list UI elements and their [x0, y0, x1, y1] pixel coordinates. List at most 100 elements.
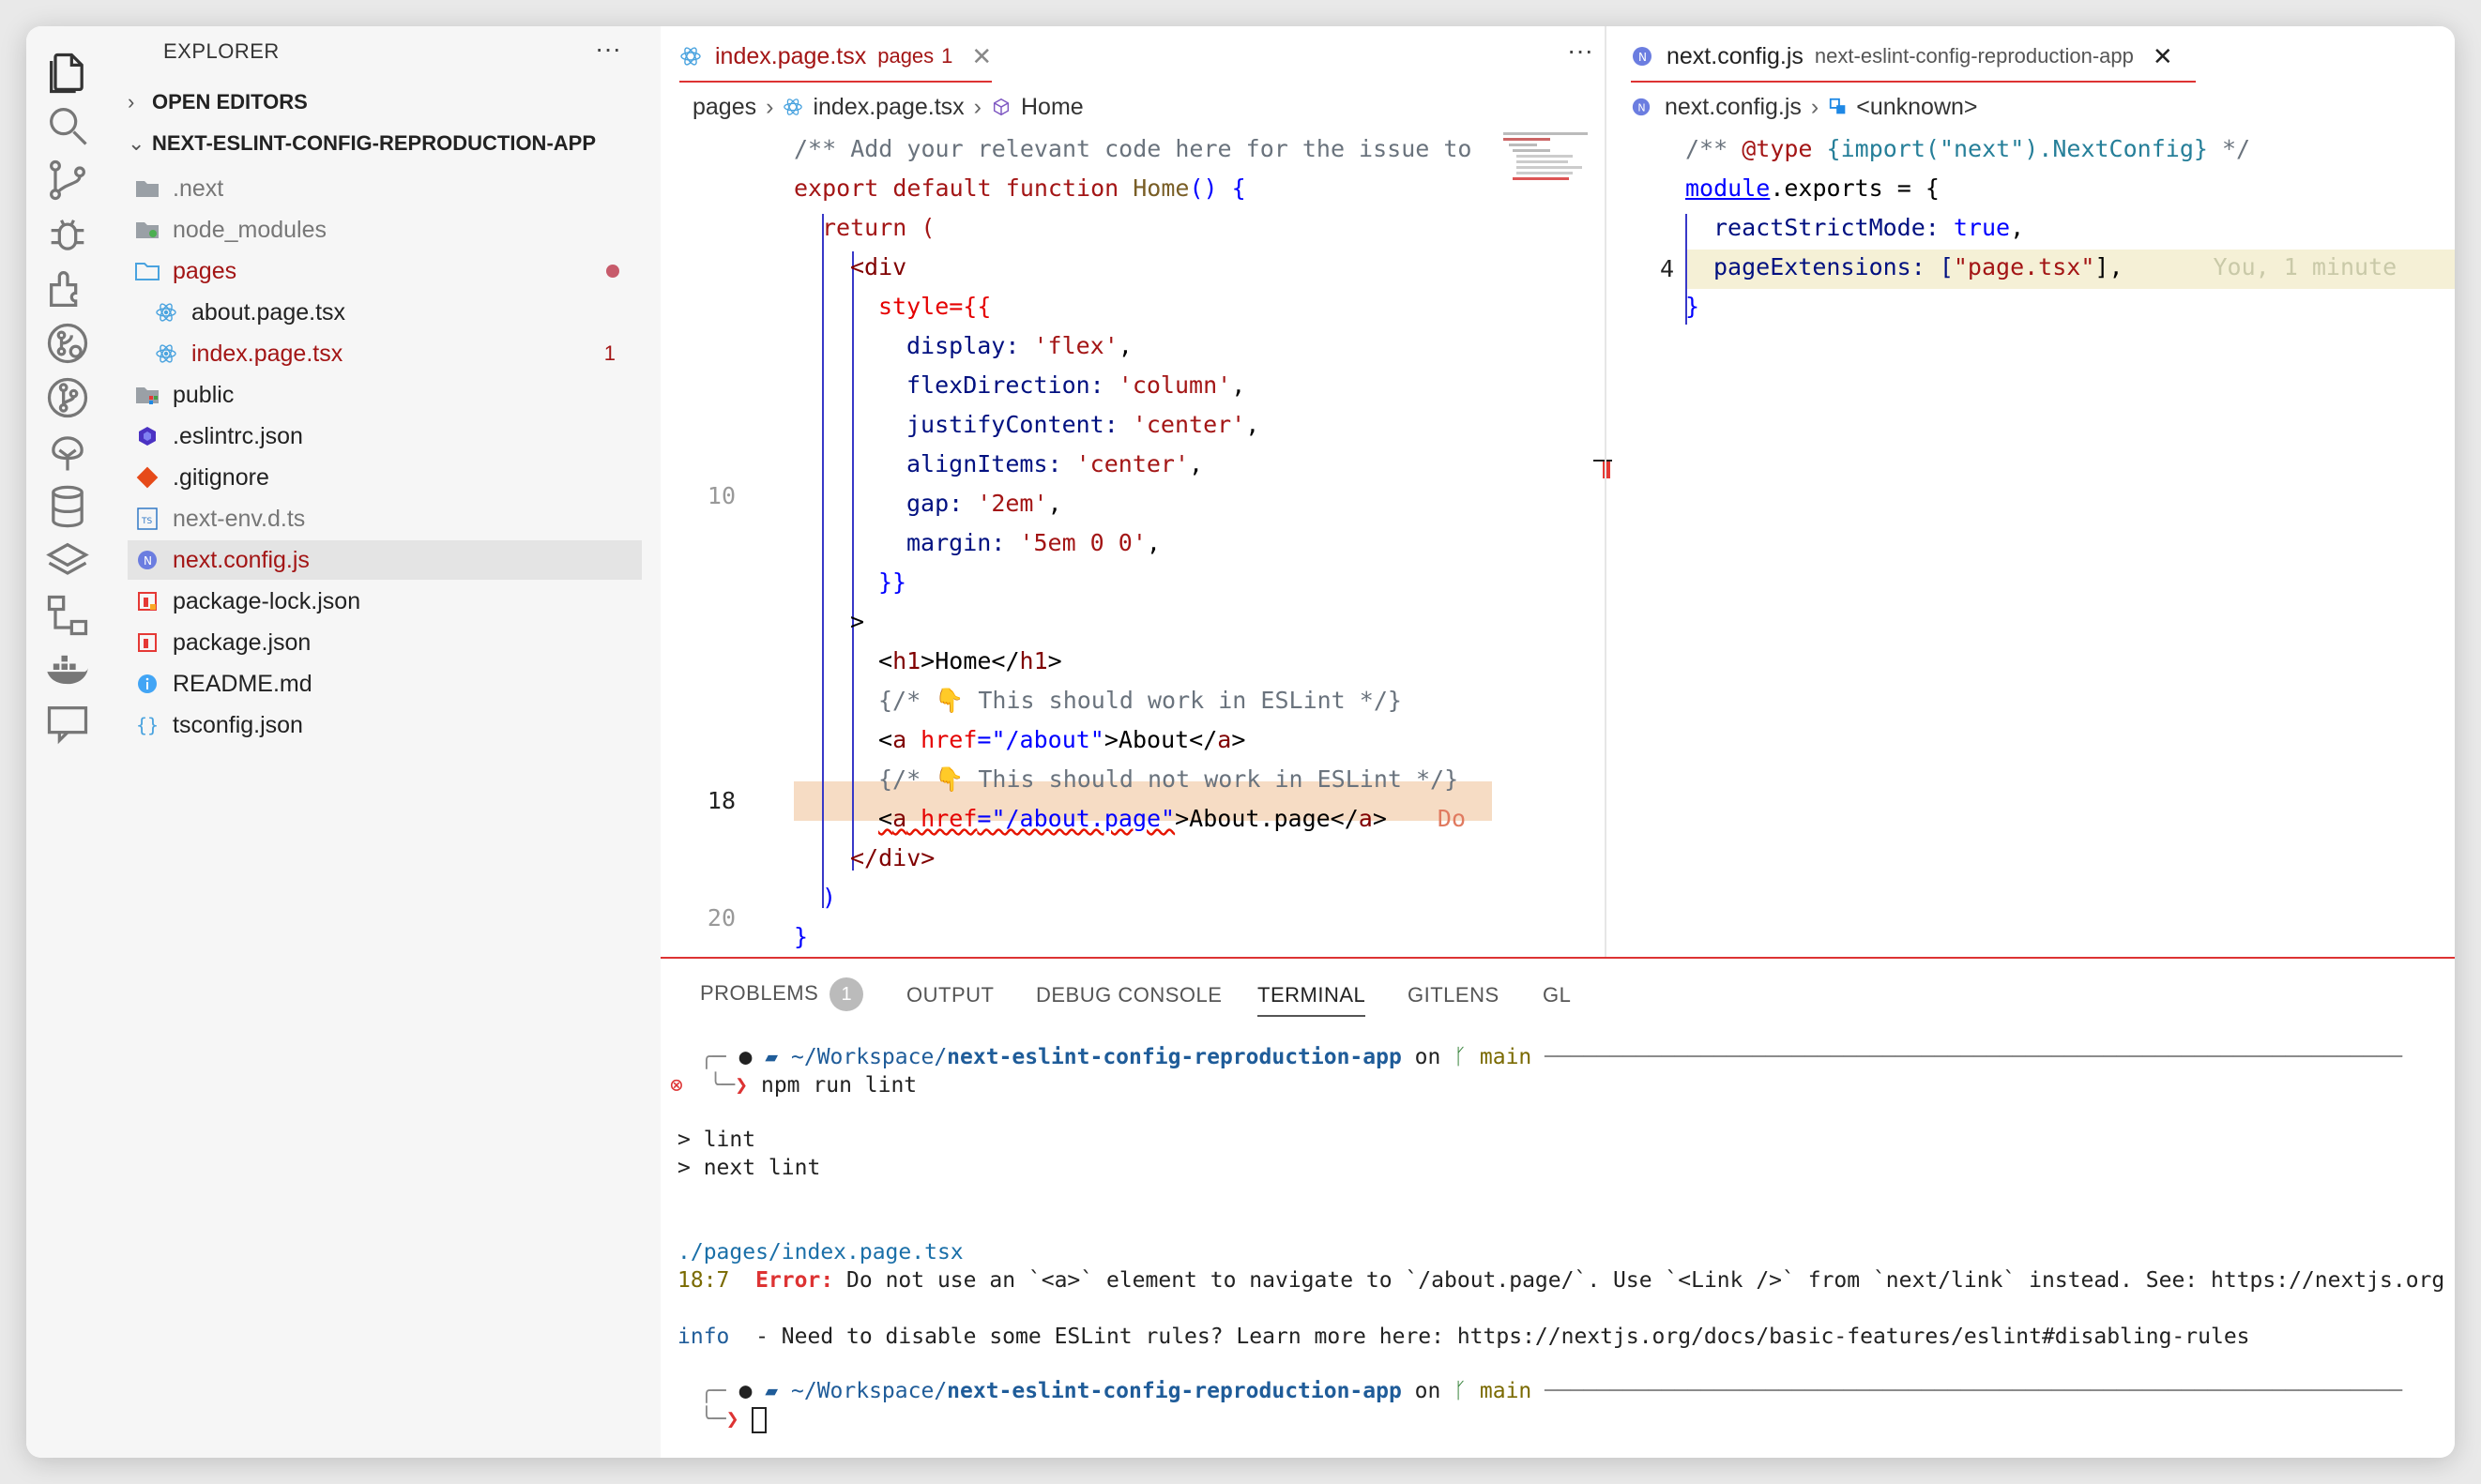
branch-icon: ᚴ [1454, 1045, 1468, 1069]
explorer-more-button[interactable]: ··· [595, 34, 621, 64]
layers-icon[interactable] [39, 533, 96, 589]
terminal-error-line: 18:7 Error: Do not use an `<a>` element … [677, 1268, 2445, 1293]
tree-item-package-lock[interactable]: package-lock.json [128, 582, 642, 621]
editor-more-button[interactable]: ··· [1567, 36, 1593, 66]
breadcrumb-item[interactable]: next.config.js [1665, 94, 1802, 121]
extensions-icon[interactable] [39, 261, 96, 317]
tree-item-index-page[interactable]: index.page.tsx 1 [128, 334, 642, 373]
breadcrumb-item[interactable]: <unknown> [1856, 94, 1977, 121]
next-icon: N [1631, 97, 1651, 117]
tree-item-next-env[interactable]: TS next-env.d.ts [128, 499, 642, 538]
bottom-panel: PROBLEMS 1 OUTPUT DEBUG CONSOLE TERMINAL … [661, 957, 2455, 1458]
minimap[interactable] [1503, 129, 1597, 214]
open-editors-section[interactable]: › OPEN EDITORS [128, 90, 308, 114]
svg-text:N: N [1637, 102, 1645, 114]
overview-ruler-cursor [1593, 460, 1612, 462]
svg-text:TS: TS [141, 517, 152, 526]
close-icon[interactable]: ✕ [971, 42, 992, 71]
terminal-output: > next lint [677, 1156, 821, 1180]
tab-gitlens[interactable]: GITLENS [1408, 983, 1499, 1007]
terminal-info-line: info - Need to disable some ESLint rules… [677, 1325, 2250, 1349]
project-section[interactable]: ⌄ NEXT-ESLINT-CONFIG-REPRODUCTION-APP [128, 131, 596, 156]
tab-debug-console[interactable]: DEBUG CONSOLE [1036, 983, 1222, 1007]
next-icon: N [1631, 45, 1653, 68]
symbol-icon [991, 97, 1012, 117]
svg-text:N: N [1638, 51, 1647, 64]
tab-label: index.page.tsx [715, 42, 867, 69]
lint-error-squiggle[interactable]: <a href="/about.page" [878, 805, 1175, 832]
eslint-icon [135, 424, 160, 448]
react-icon [679, 45, 702, 68]
tree-item-eslintrc[interactable]: .eslintrc.json [128, 416, 642, 456]
tree-item-next-config[interactable]: N next.config.js [128, 540, 642, 580]
terminal-prompt: ╭─ ● ▰ ~/Workspace/next-eslint-config-re… [700, 1045, 2403, 1069]
tab-terminal[interactable]: TERMINAL [1257, 983, 1366, 1017]
code-editor-left[interactable]: /** Add your relevant code here for the … [794, 129, 1507, 955]
line-number: 18 [707, 787, 736, 814]
tab-problems[interactable]: PROBLEMS 1 [700, 977, 864, 1011]
terminal[interactable]: ╭─ ● ▰ ~/Workspace/next-eslint-config-re… [661, 1024, 2455, 1456]
debug-icon[interactable] [39, 206, 96, 263]
ts-icon: TS [135, 507, 160, 531]
source-control-icon[interactable] [39, 152, 96, 208]
variable-icon [1828, 97, 1849, 117]
tree-item-node-modules[interactable]: node_modules [128, 210, 642, 250]
svg-text:N: N [144, 554, 152, 568]
react-icon [154, 341, 178, 366]
error-status-icon: ⊗ [670, 1073, 683, 1098]
tab-index-page[interactable]: index.page.tsx pages 1 ✕ [679, 32, 993, 83]
breadcrumb-item[interactable]: Home [1021, 94, 1084, 121]
folder-open-icon [135, 259, 160, 283]
line-number: 4 [1659, 255, 1674, 282]
flow-icon[interactable] [39, 587, 96, 644]
chevron-right-icon: › [1810, 93, 1819, 120]
open-editors-label: OPEN EDITORS [152, 90, 308, 114]
chevron-right-icon: › [128, 90, 135, 114]
close-icon[interactable]: ✕ [2153, 42, 2173, 71]
breadcrumb-item[interactable]: pages [693, 94, 756, 121]
terminal-file-link[interactable]: ./pages/index.page.tsx [677, 1238, 964, 1266]
editor-area: index.page.tsx pages 1 ✕ ··· pages › ind… [661, 26, 2455, 957]
search-icon[interactable] [39, 98, 96, 154]
breadcrumb-item[interactable]: index.page.tsx [813, 94, 964, 121]
remote-explorer-icon[interactable] [39, 315, 96, 371]
docker-icon[interactable] [39, 642, 96, 698]
info-icon [135, 672, 160, 696]
breadcrumb-right: N next.config.js › <unknown> [1631, 88, 1978, 126]
tree-item-package-json[interactable]: package.json [128, 623, 642, 662]
terminal-input[interactable]: ╰─❯ [700, 1405, 768, 1433]
npm-icon [135, 630, 160, 655]
comments-icon[interactable] [39, 696, 96, 752]
code-editor-right[interactable]: /** @type {import("next").NextConfig} */… [1685, 129, 2455, 411]
explorer-icon[interactable] [39, 45, 96, 101]
apple-icon: ● [738, 1379, 753, 1403]
terminal-cursor [752, 1406, 768, 1433]
git-graph-icon[interactable] [39, 370, 96, 426]
folder-icon [135, 176, 160, 201]
tab-gl[interactable]: GL [1543, 983, 1571, 1007]
tree-item-tsconfig[interactable]: {} tsconfig.json [128, 705, 642, 745]
terminal-prompt: ╭─ ● ▰ ~/Workspace/next-eslint-config-re… [700, 1379, 2403, 1403]
tab-output[interactable]: OUTPUT [906, 983, 994, 1007]
git-icon [135, 465, 160, 490]
react-icon [783, 97, 803, 117]
folder-public-icon [135, 383, 160, 407]
tree-item-gitignore[interactable]: .gitignore [128, 458, 642, 497]
tree-item-about-page[interactable]: about.page.tsx [128, 293, 642, 332]
tree-item-public[interactable]: public [128, 375, 642, 415]
next-icon: N [135, 548, 160, 572]
tab-label: next.config.js [1667, 42, 1804, 69]
editor-group-divider[interactable] [1605, 26, 1606, 957]
vscode-window: EXPLORER ··· › OPEN EDITORS ⌄ NEXT-ESLIN… [26, 26, 2455, 1458]
tree-item-pages[interactable]: pages [128, 251, 642, 291]
tab-detail: next-eslint-config-reproduction-app [1814, 44, 2134, 68]
tree-item-readme[interactable]: README.md [128, 664, 642, 704]
error-lens-hint: Do [1437, 805, 1467, 832]
database-icon[interactable] [39, 478, 96, 535]
modified-dot [606, 265, 619, 278]
tree-icon[interactable] [39, 424, 96, 480]
tree-item-next[interactable]: .next [128, 169, 642, 208]
tab-next-config[interactable]: N next.config.js next-eslint-config-repr… [1631, 32, 2196, 83]
terminal-command: ⊗ ╰─❯ npm run lint [670, 1073, 918, 1098]
folder-node-icon [135, 218, 160, 242]
